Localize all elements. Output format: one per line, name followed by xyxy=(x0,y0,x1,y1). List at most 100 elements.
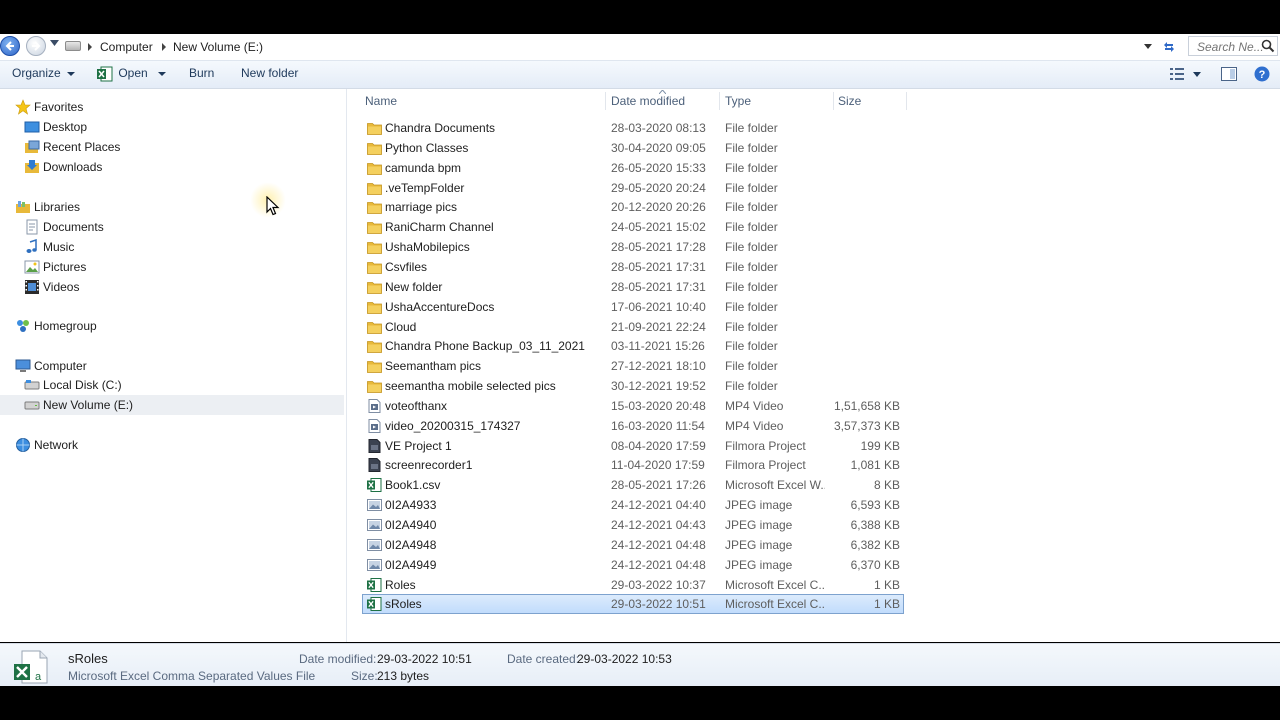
breadcrumb-new-volume[interactable]: New Volume (E:) xyxy=(173,34,263,60)
table-row[interactable]: VE Project 1 08-04-2020 17:59 Filmora Proj… xyxy=(362,436,904,456)
table-row[interactable]: voteofthanx 15-03-2020 20:48 MP4 Video 1,51… xyxy=(362,396,904,416)
file-name: Chandra Documents xyxy=(385,121,496,135)
table-row[interactable]: .veTempFolder 29-05-2020 20:24 File folder xyxy=(362,178,904,198)
view-options-icon[interactable] xyxy=(1170,68,1184,80)
jpeg-image-icon xyxy=(367,538,382,551)
recent-places-icon xyxy=(25,140,40,153)
file-type: File folder xyxy=(725,379,778,394)
organize-button[interactable]: Organize xyxy=(12,61,75,88)
folder-icon xyxy=(367,123,382,135)
table-row[interactable]: 0I2A4940 24-12-2021 04:43 JPEG image 6,388 … xyxy=(362,515,904,535)
file-type: MP4 Video xyxy=(725,398,784,413)
file-type: File folder xyxy=(725,359,778,374)
back-button[interactable] xyxy=(0,36,20,56)
folder-icon xyxy=(367,281,382,294)
search-input[interactable] xyxy=(1195,38,1269,56)
details-date-modified-value: 29-03-2022 10:51 xyxy=(377,652,472,666)
new-folder-button[interactable]: New folder xyxy=(241,61,298,88)
file-name: Python Classes xyxy=(385,140,469,155)
file-name: voteofthanx xyxy=(385,398,448,413)
table-row[interactable]: Seemantham pics 27-12-2021 18:10 File fold… xyxy=(362,356,904,376)
command-bar: Organize Open Burn New folder ? xyxy=(0,61,1280,89)
table-row[interactable]: Chandra Documents 28-03-2020 08:13 File fo… xyxy=(362,118,904,138)
file-type: File folder xyxy=(725,299,778,314)
table-row[interactable]: 0I2A4949 24-12-2021 04:48 JPEG image 6,370 … xyxy=(362,555,904,575)
star-icon xyxy=(15,99,31,115)
column-divider[interactable] xyxy=(906,92,907,110)
table-row[interactable]: screenrecorder1 11-04-2020 17:59 Filmora P… xyxy=(362,455,904,475)
table-row[interactable]: Roles 29-03-2022 10:37 Microsoft Excel C..… xyxy=(362,575,904,595)
file-type: File folder xyxy=(725,259,778,274)
file-size: 6,382 KB xyxy=(850,537,900,552)
video-file-icon xyxy=(368,398,381,413)
table-row[interactable]: Csvfiles 28-05-2021 17:31 File folder xyxy=(362,257,904,277)
details-date-modified-label: Date modified: xyxy=(299,652,377,666)
table-row[interactable]: RaniCharm Channel 24-05-2021 15:02 File fo… xyxy=(362,217,904,237)
table-row[interactable]: marriage pics 20-12-2020 20:26 File folder xyxy=(362,197,904,217)
file-date-modified: 17-06-2021 10:40 xyxy=(611,299,706,314)
table-row[interactable]: seemantha mobile selected pics 30-12-2021… xyxy=(362,376,904,396)
address-dropdown-icon[interactable] xyxy=(1144,44,1152,49)
file-date-modified: 28-05-2021 17:31 xyxy=(611,279,706,294)
preview-pane-icon[interactable] xyxy=(1221,67,1237,81)
view-dropdown-icon[interactable] xyxy=(1193,72,1201,77)
table-row[interactable]: Cloud 21-09-2021 22:24 File folder xyxy=(362,317,904,337)
table-row[interactable]: Chandra Phone Backup_03_11_2021 03-11-202… xyxy=(362,336,904,356)
column-header-date-modified[interactable]: Date modified xyxy=(611,89,685,113)
file-type: Filmora Project xyxy=(725,438,806,453)
breadcrumb-computer[interactable]: Computer xyxy=(100,34,153,60)
file-date-modified: 08-04-2020 17:59 xyxy=(611,438,706,453)
refresh-icon[interactable] xyxy=(1160,38,1178,56)
table-row[interactable]: New folder 28-05-2021 17:31 File folder xyxy=(362,277,904,297)
excel-file-icon xyxy=(367,597,382,612)
breadcrumb-separator-icon[interactable] xyxy=(162,43,166,51)
help-icon[interactable]: ? xyxy=(1254,66,1270,82)
file-date-modified: 28-05-2021 17:26 xyxy=(611,478,706,493)
folder-icon xyxy=(367,301,382,314)
drive-icon xyxy=(24,401,40,410)
forward-button[interactable] xyxy=(26,36,46,56)
column-header-size[interactable]: Size xyxy=(838,89,861,113)
folder-icon xyxy=(367,142,382,155)
file-type: MP4 Video xyxy=(725,418,784,433)
file-date-modified: 28-03-2020 08:13 xyxy=(611,121,706,135)
file-size: 199 KB xyxy=(860,438,900,453)
column-divider[interactable] xyxy=(605,92,606,110)
folder-icon xyxy=(367,242,382,254)
table-row[interactable]: UshaMobilepics 28-05-2021 17:28 File folde… xyxy=(362,237,904,257)
column-divider[interactable] xyxy=(719,92,720,110)
file-name: marriage pics xyxy=(385,200,458,215)
table-row[interactable]: video_20200315_174327 16-03-2020 11:54 MP4… xyxy=(362,416,904,436)
burn-button[interactable]: Burn xyxy=(189,61,214,88)
table-row[interactable]: Book1.csv 28-05-2021 17:26 Microsoft Excel… xyxy=(362,475,904,495)
file-type: JPEG image xyxy=(725,557,793,572)
column-divider[interactable] xyxy=(833,92,834,110)
column-header-type[interactable]: Type xyxy=(725,89,751,113)
bottom-black-bar xyxy=(0,686,1280,720)
table-row[interactable]: camunda bpm 26-05-2020 15:33 File folder xyxy=(362,158,904,178)
excel-icon xyxy=(97,66,113,82)
drive-icon xyxy=(65,41,81,51)
open-button[interactable]: Open xyxy=(97,61,166,88)
column-header-name[interactable]: Name xyxy=(365,89,397,113)
table-row[interactable]: 0I2A4933 24-12-2021 04:40 JPEG image 6,593 … xyxy=(362,495,904,515)
network-icon xyxy=(16,438,30,452)
pictures-icon xyxy=(24,260,40,274)
file-type: Microsoft Excel W... xyxy=(725,478,825,493)
file-type: File folder xyxy=(725,180,778,195)
filmora-project-icon xyxy=(368,438,381,453)
table-row[interactable]: Python Classes 30-04-2020 09:05 File folde… xyxy=(362,138,904,158)
file-date-modified: 11-04-2020 17:59 xyxy=(611,458,705,473)
table-row[interactable]: UshaAccentureDocs 17-06-2021 10:40 File fo… xyxy=(362,297,904,317)
breadcrumb-separator-icon[interactable] xyxy=(88,43,92,51)
table-row[interactable]: 0I2A4948 24-12-2021 04:48 JPEG image 6,382 … xyxy=(362,535,904,555)
file-date-modified: 24-12-2021 04:48 xyxy=(611,537,706,552)
file-date-modified: 28-05-2021 17:28 xyxy=(611,240,706,255)
table-row[interactable]: sRoles 29-03-2022 10:51 Microsoft Excel C.… xyxy=(362,594,904,615)
file-name: 0I2A4940 xyxy=(385,518,437,532)
search-box[interactable] xyxy=(1188,36,1278,56)
recent-pages-dropdown-icon[interactable] xyxy=(50,40,59,46)
file-name: screenrecorder1 xyxy=(385,458,473,473)
downloads-folder-icon xyxy=(25,160,39,173)
search-icon[interactable] xyxy=(1261,39,1275,53)
